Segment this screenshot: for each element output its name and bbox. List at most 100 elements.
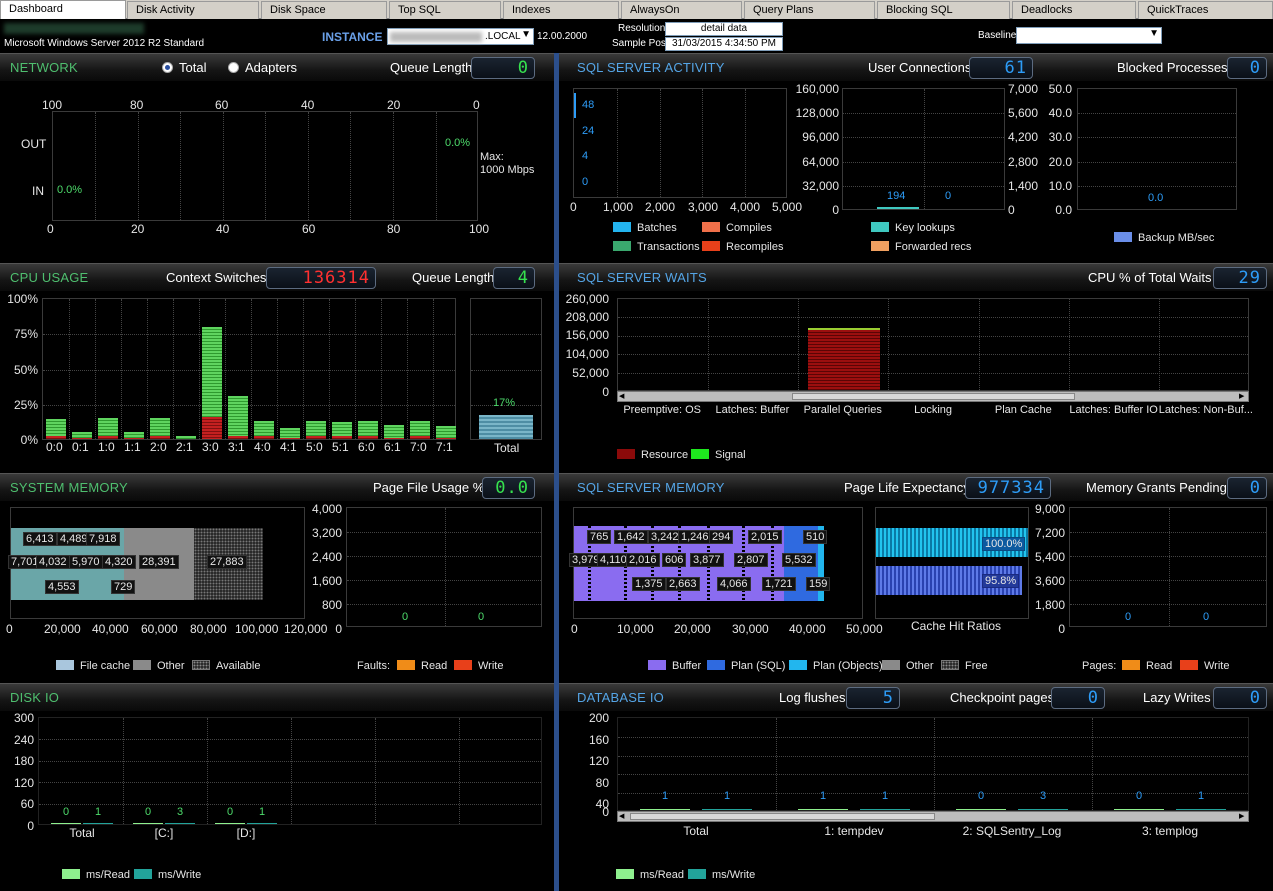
radio-icon[interactable]: [228, 62, 239, 73]
cpu-kernel-bar: [254, 436, 274, 439]
tick: 7,200: [1034, 526, 1065, 540]
network-grid: 0.0% 0.0%: [52, 111, 478, 221]
panel-title: NETWORK: [10, 60, 78, 75]
tick: 156,000: [565, 328, 609, 342]
legend-label: Write: [478, 660, 504, 672]
cpu-kernel-bar: [124, 438, 144, 439]
legend-label: Free: [965, 660, 988, 672]
legend-swatch: [616, 869, 634, 879]
memory-label: 2,016: [626, 553, 660, 567]
scroll-thumb[interactable]: [792, 393, 1075, 400]
scroll-thumb[interactable]: [630, 813, 935, 820]
blocked-processes-value: 0: [1227, 57, 1267, 79]
tick: 1,800: [1034, 598, 1065, 612]
waits-scrollbar[interactable]: ◀ ▶: [617, 391, 1249, 402]
lazy-writes-value: 0: [1213, 687, 1267, 709]
legend-label: Other: [906, 660, 934, 672]
memory-label: 294: [709, 530, 734, 544]
lookups-chart: 194 0: [842, 88, 1005, 210]
tab-alwayson[interactable]: AlwaysOn: [621, 1, 742, 19]
cpu-kernel-bar: [228, 436, 248, 439]
chevron-down-icon[interactable]: ▼: [521, 29, 531, 40]
tab-deadlocks[interactable]: Deadlocks: [1012, 1, 1136, 19]
cpu-x-label: 2:0: [150, 440, 167, 454]
checkpoint-pages-label: Checkpoint pages: [950, 690, 1055, 705]
scroll-right-icon[interactable]: ▶: [1239, 813, 1247, 820]
tab-query-plans[interactable]: Query Plans: [744, 1, 875, 19]
user-connections-label: User Connections: [868, 60, 972, 75]
cpu-total-chart: 17%: [470, 298, 542, 440]
baseline-dropdown[interactable]: ▼: [1016, 27, 1162, 44]
legend-label: Other: [157, 660, 185, 672]
tick: 80,000: [190, 622, 227, 636]
memory-label: 1,375: [632, 577, 666, 591]
radio-adapters[interactable]: Adapters: [228, 60, 297, 75]
pages-write-value: 0: [1203, 611, 1210, 623]
waits-x-label: Latches: Buffer: [715, 404, 790, 416]
context-switches-label: Context Switches: [166, 270, 267, 285]
tab-indexes[interactable]: Indexes: [503, 1, 619, 19]
legend-label: Key lookups: [895, 222, 955, 234]
scroll-right-icon[interactable]: ▶: [1239, 393, 1247, 400]
scroll-left-icon[interactable]: ◀: [619, 813, 627, 820]
tab-quicktraces[interactable]: QuickTraces: [1138, 1, 1273, 19]
radio-selected-icon[interactable]: [162, 62, 173, 73]
tab-top-sql[interactable]: Top SQL: [389, 1, 501, 19]
cpu-header: CPU USAGE Context Switches 136314 Queue …: [0, 263, 554, 291]
memory-label: 4,110: [597, 553, 630, 567]
tab-dashboard[interactable]: Dashboard: [0, 0, 126, 19]
legend-free: Free: [941, 660, 988, 672]
legend-label: Buffer: [672, 660, 702, 672]
tab-bar: Dashboard Disk Activity Disk Space Top S…: [0, 0, 1273, 19]
tick: 4,200: [1008, 130, 1039, 144]
cpu-kernel-bar: [72, 438, 92, 439]
tab-disk-space[interactable]: Disk Space: [261, 1, 387, 19]
tick: 20: [387, 98, 401, 112]
resolution-field[interactable]: detail data: [665, 22, 783, 36]
tick: 0: [473, 98, 480, 112]
memory-grants-pending-value: 0: [1227, 477, 1267, 499]
user-connections-value: 61: [969, 57, 1033, 79]
tick: 0: [6, 622, 13, 636]
queue-length-label: Queue Length: [390, 60, 473, 75]
tab-disk-activity[interactable]: Disk Activity: [127, 1, 259, 19]
legend-label: ms/Write: [158, 869, 202, 881]
tick: 100,000: [235, 622, 279, 636]
cpu-kernel-bar: [280, 438, 300, 439]
tick: 0%: [20, 433, 38, 447]
instance-dropdown[interactable]: .LOCAL ▼: [387, 28, 534, 45]
baseline-label: Baseline: [978, 30, 1017, 41]
panel-title: SQL SERVER WAITS: [577, 270, 707, 285]
legend-swatch: [56, 660, 74, 670]
tick: 25%: [13, 398, 38, 412]
dbio-scrollbar[interactable]: ◀ ▶: [617, 811, 1249, 822]
scroll-left-icon[interactable]: ◀: [619, 393, 627, 400]
legend-label: Resource: [641, 449, 689, 461]
dbio-read-bar: [798, 809, 848, 810]
tab-blocking-sql[interactable]: Blocking SQL: [877, 1, 1010, 19]
blocked-processes-label: Blocked Processes: [1117, 60, 1228, 75]
legend-swatch: [702, 222, 720, 232]
tick: 2,400: [311, 550, 342, 564]
tick: 40,000: [789, 622, 826, 636]
tick: 60: [20, 797, 34, 811]
dbio-x-label: 2: SQLSentry_Log: [962, 824, 1062, 838]
disk-io-header: DISK IO: [0, 683, 554, 711]
database-io-chart: 1 1 1 1 0 3 0 1: [617, 717, 1249, 811]
legend-swatch: [691, 449, 709, 459]
backup-chart: 0.0: [1077, 88, 1237, 210]
radio-total[interactable]: Total: [162, 60, 206, 75]
tick: 4: [582, 150, 589, 162]
legend-other: Other: [882, 660, 934, 672]
cache-hit-label: Cache Hit Ratios: [911, 619, 1002, 633]
disk-x-label: [C:]: [154, 826, 174, 840]
cpu-x-label: 1:0: [98, 440, 115, 454]
tick: 20.0: [1048, 155, 1072, 169]
tick: 40,000: [92, 622, 129, 636]
dbio-write-bar: [702, 809, 752, 810]
chevron-down-icon[interactable]: ▼: [1149, 28, 1159, 39]
tick: 1,600: [311, 574, 342, 588]
sample-pos-field[interactable]: 31/03/2015 4:34:50 PM: [665, 37, 783, 51]
tick: 64,000: [802, 155, 839, 169]
tick: 0.0: [1055, 203, 1072, 217]
